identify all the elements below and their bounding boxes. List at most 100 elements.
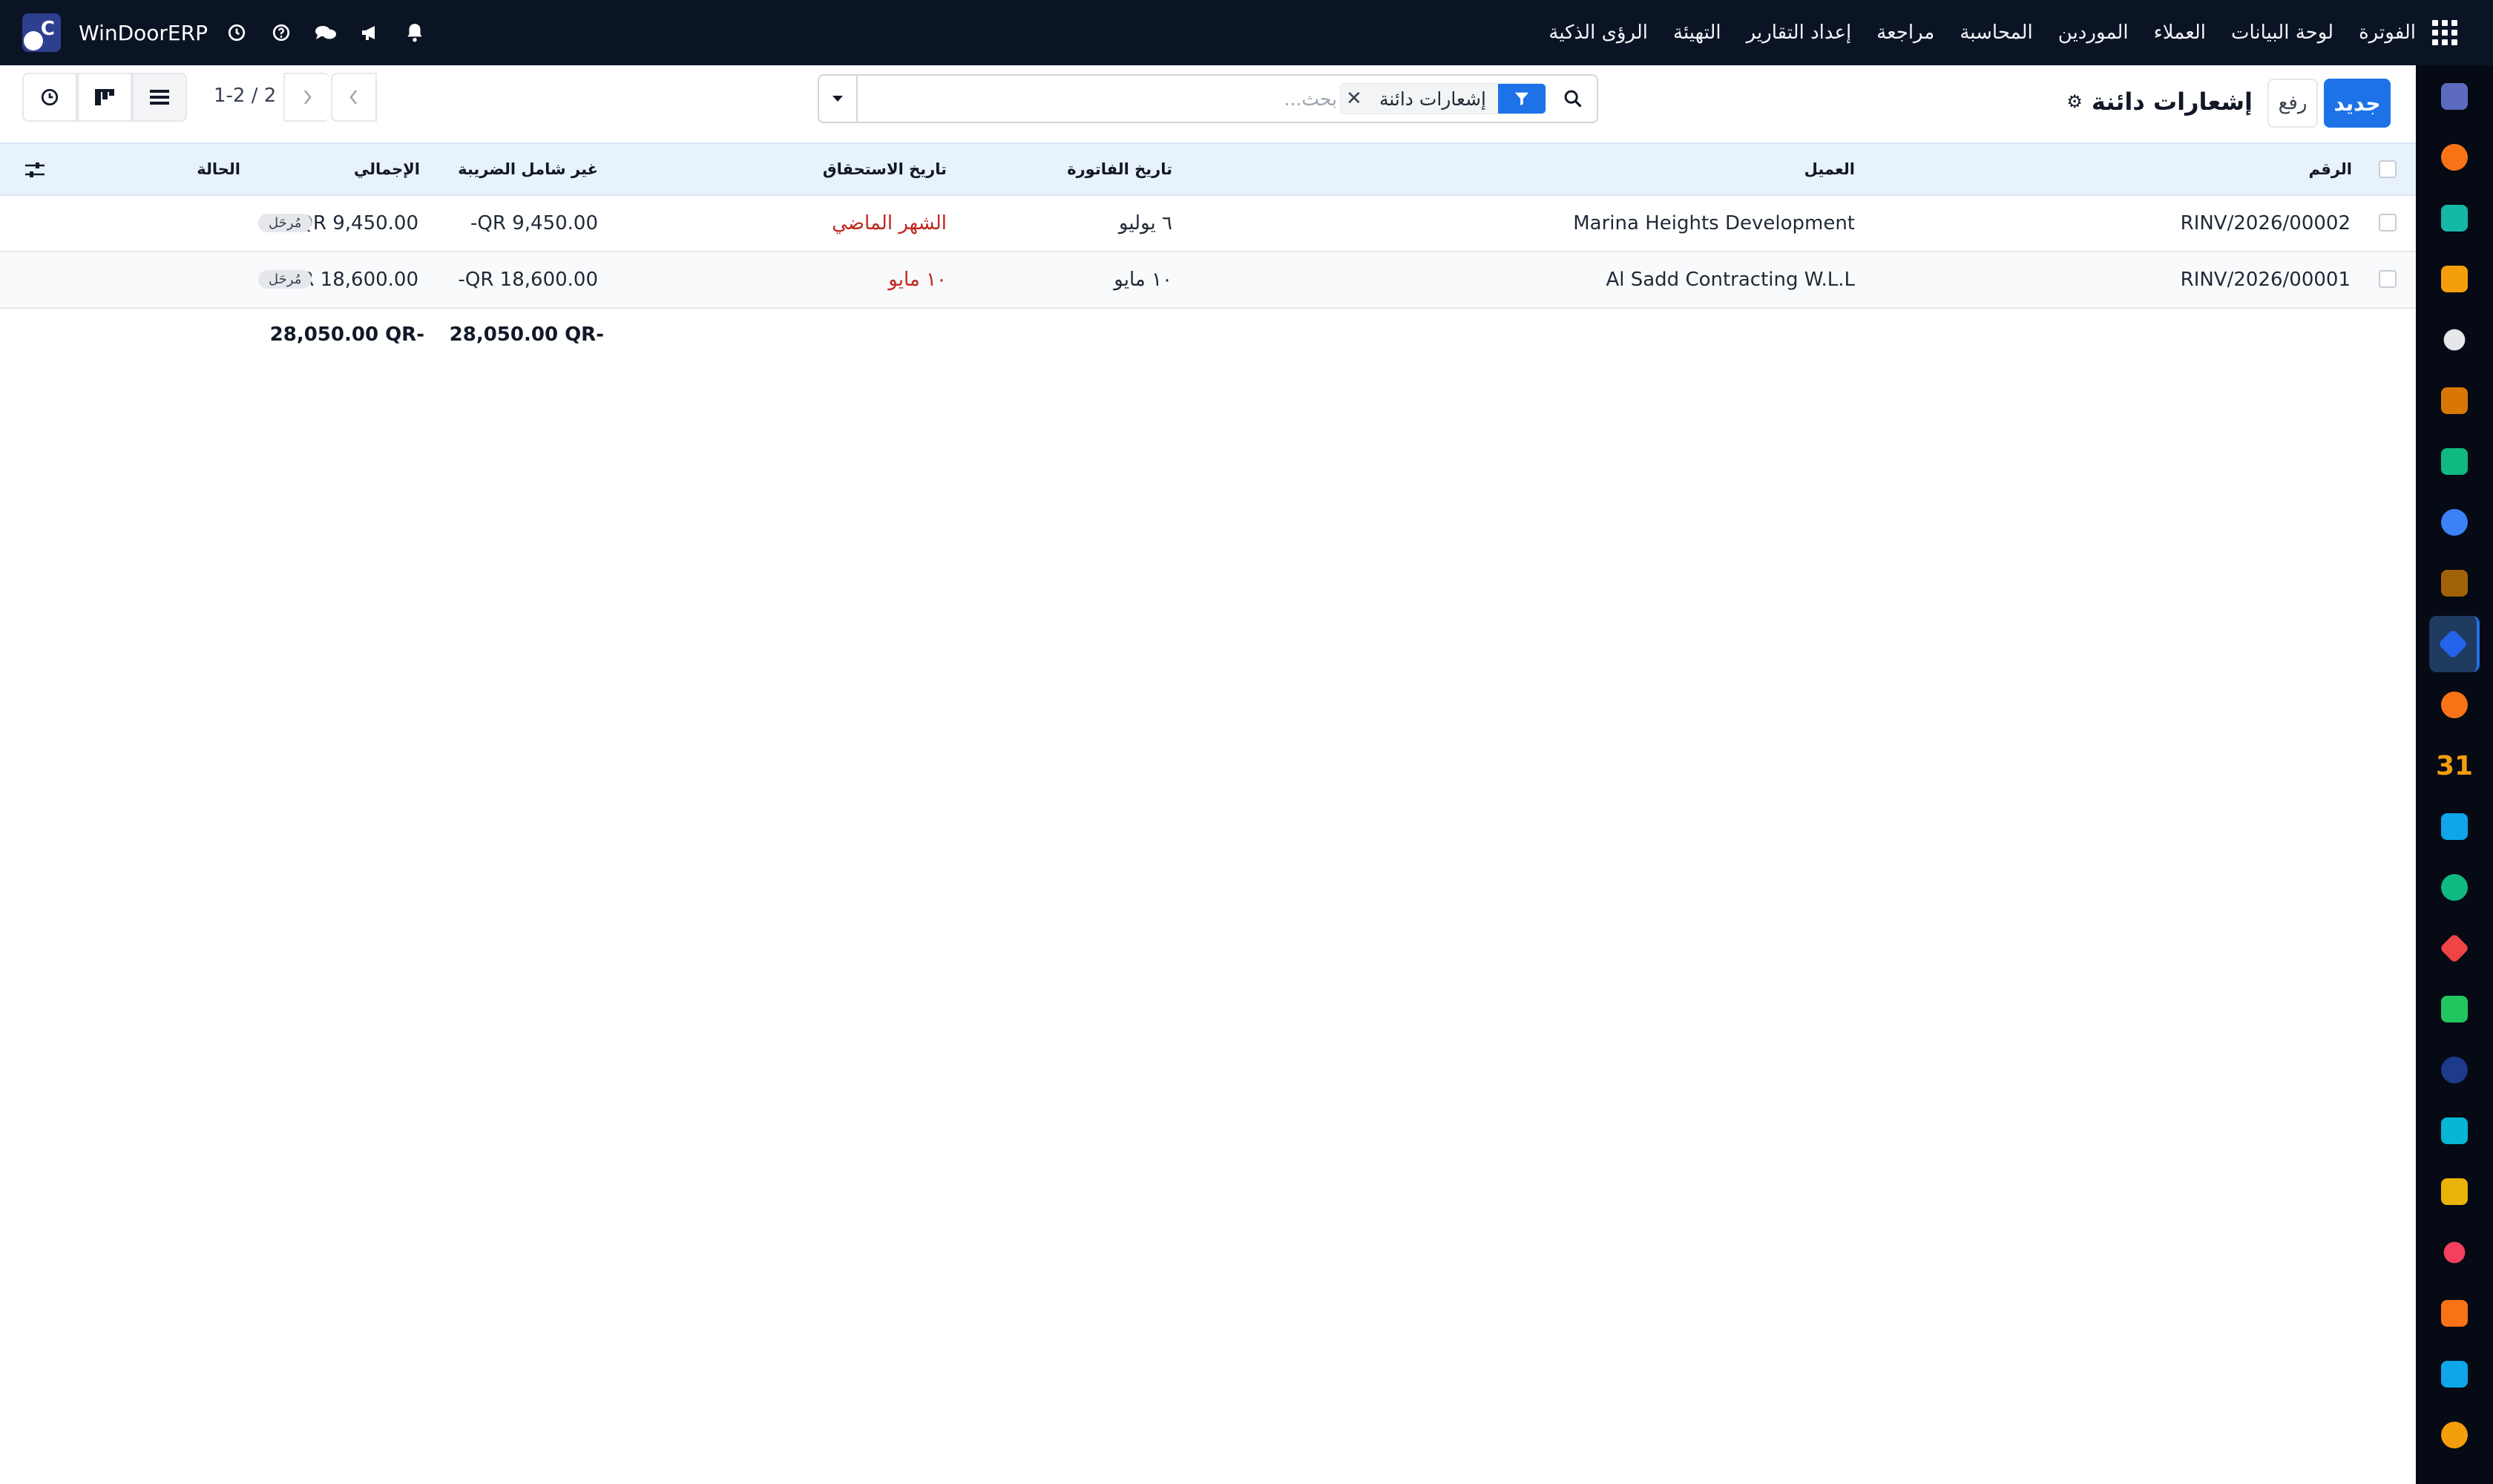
row-checkbox[interactable] (2379, 214, 2397, 232)
help-icon[interactable] (270, 22, 292, 44)
table-row[interactable]: RINV/2026/00001 Al Sadd Contracting W.L.… (0, 252, 2416, 309)
pager-previous-button[interactable] (331, 73, 377, 122)
status-badge: مُرحَل (258, 214, 312, 232)
menu-item-customers[interactable]: العملاء (2154, 22, 2206, 44)
cell-untaxed: 9,450.00 QR- (470, 212, 598, 234)
status-badge: مُرحَل (258, 270, 312, 289)
facet-label: إشعارات دائنة (1367, 84, 1498, 114)
manufacturing-app-icon[interactable] (2437, 1296, 2472, 1331)
calendar-app-icon[interactable]: 31 (2435, 748, 2474, 784)
column-header-customer[interactable]: العميل (1804, 160, 1855, 178)
cell-number: RINV/2026/00002 (2180, 212, 2351, 234)
whatsapp-app-icon-glyph (2441, 996, 2468, 1022)
reports-app-icon[interactable] (2437, 261, 2472, 297)
new-button[interactable]: جديد (2324, 79, 2391, 128)
tasks-app-icon[interactable] (2437, 444, 2472, 479)
menu-item-dashboard[interactable]: لوحة البيانات (2231, 22, 2333, 44)
tasks-app-icon-glyph (2441, 448, 2468, 475)
brand-name[interactable]: WinDoorERP (79, 21, 208, 45)
app-sidebar: 31 (2416, 65, 2493, 1484)
menu-item-vendors[interactable]: الموردين (2058, 22, 2129, 44)
clock-icon[interactable] (226, 22, 248, 44)
photos-app-icon[interactable] (2437, 383, 2472, 418)
time-app-icon-glyph (2441, 1057, 2468, 1083)
pager-value[interactable]: 1-2 / 2 (214, 85, 276, 107)
telegram-app-icon[interactable] (2437, 1174, 2472, 1209)
menu-item-reporting[interactable]: إعداد التقارير (1747, 22, 1852, 44)
row-checkbox[interactable] (2379, 270, 2397, 288)
sign-app-icon[interactable] (2437, 809, 2472, 844)
pager-next-button[interactable] (283, 73, 329, 122)
inventory-app-icon[interactable] (2437, 200, 2472, 236)
settings-app-icon[interactable] (2437, 1417, 2472, 1453)
search-input[interactable] (878, 82, 1339, 116)
whatsapp-app-icon[interactable] (2437, 991, 2472, 1027)
company-logo[interactable]: C (22, 13, 61, 52)
cell-due-date: الشهر الماضي (832, 212, 947, 234)
list-view-button[interactable] (132, 73, 187, 122)
close-icon[interactable]: ✕ (1340, 84, 1367, 114)
cell-due-date: ١٠ مايو (888, 269, 947, 291)
menu-item-review[interactable]: مراجعة (1876, 22, 1934, 44)
control-panel: جديد رفع إشعارات دائنة ⚙ إشعارات دائنة ✕… (0, 65, 2416, 142)
sliders-icon[interactable] (22, 159, 47, 181)
website-app-icon-glyph (2441, 1117, 2468, 1144)
caret-down-icon[interactable] (819, 76, 858, 122)
credit-notes-table: الرقم العميل تاريخ الفاتورة تاريخ الاستح… (0, 142, 2416, 353)
payroll-app-icon[interactable] (2437, 1235, 2472, 1270)
employees-app-icon-glyph (2441, 692, 2468, 718)
cube-app-icon-glyph (2439, 324, 2470, 355)
search-facet[interactable]: إشعارات دائنة ✕ (1339, 83, 1546, 114)
contacts-app-icon-glyph (2441, 874, 2468, 901)
cell-invoice-date: ١٠ مايو (1114, 269, 1172, 291)
analytics-app-icon[interactable] (2437, 1356, 2472, 1392)
dashboards-app-icon[interactable] (2437, 930, 2472, 966)
main-menu: الفوترة لوحة البيانات العملاء الموردين ا… (1523, 0, 2457, 65)
total-amount: 28,050.00 QR- (269, 324, 424, 346)
table-row[interactable]: RINV/2026/00002 Marina Heights Developme… (0, 196, 2416, 252)
invoicing-app-icon-glyph (2437, 628, 2469, 660)
select-all-checkbox[interactable] (2379, 160, 2397, 178)
page-title: إشعارات دائنة (2091, 88, 2253, 116)
cube-app-icon[interactable] (2437, 322, 2472, 358)
megaphone-icon[interactable] (359, 22, 381, 44)
column-header-total[interactable]: الإجمالي (354, 160, 420, 178)
bell-icon[interactable] (404, 22, 426, 44)
manufacturing-app-icon-glyph (2441, 1300, 2468, 1327)
table-header: الرقم العميل تاريخ الفاتورة تاريخ الاستح… (0, 142, 2416, 196)
knowledge-app-icon-glyph (2441, 509, 2468, 536)
kanban-view-button[interactable] (77, 73, 132, 122)
column-header-untaxed[interactable]: غير شامل الضريبة (458, 160, 598, 178)
menu-item-smart-insights[interactable]: الرؤى الذكية (1548, 22, 1648, 44)
time-app-icon[interactable] (2437, 1052, 2472, 1088)
column-header-due-date[interactable]: تاريخ الاستحقاق (823, 160, 947, 178)
apps-grid-icon[interactable] (2432, 20, 2457, 45)
payroll-app-icon-glyph (2439, 1237, 2470, 1268)
discuss-app-icon[interactable] (2437, 139, 2472, 175)
telegram-app-icon-glyph (2441, 1178, 2468, 1205)
analytics-app-icon-glyph (2441, 1361, 2468, 1388)
package-app-icon[interactable] (2437, 565, 2472, 601)
website-app-icon[interactable] (2437, 1113, 2472, 1149)
column-header-invoice-date[interactable]: تاريخ الفاتورة (1067, 160, 1172, 178)
menu-item-billing[interactable]: الفوترة (2359, 22, 2416, 44)
chat-icon[interactable] (315, 22, 337, 44)
calendar-number: 31 (2435, 750, 2474, 781)
navbar-systray: C WinDoorERP (22, 0, 448, 65)
gear-icon[interactable]: ⚙ (2066, 91, 2083, 112)
knowledge-app-icon[interactable] (2437, 505, 2472, 540)
column-header-number[interactable]: الرقم (2309, 160, 2352, 178)
employees-app-icon[interactable] (2437, 687, 2472, 723)
column-header-status[interactable]: الحالة (197, 160, 240, 178)
search-icon[interactable] (1549, 76, 1597, 122)
activity-view-button[interactable] (22, 73, 77, 122)
mail-app-icon[interactable] (2437, 79, 2472, 114)
filter-icon (1498, 84, 1546, 114)
invoicing-app-icon[interactable] (2429, 616, 2480, 672)
reports-app-icon-glyph (2441, 266, 2468, 292)
contacts-app-icon[interactable] (2437, 870, 2472, 905)
menu-item-configuration[interactable]: التهيئة (1673, 22, 1721, 44)
menu-item-accounting[interactable]: المحاسبة (1960, 22, 2032, 44)
upload-button[interactable]: رفع (2267, 79, 2318, 128)
table-footer-totals: 28,050.00 QR- 28,050.00 QR- (0, 309, 2416, 353)
